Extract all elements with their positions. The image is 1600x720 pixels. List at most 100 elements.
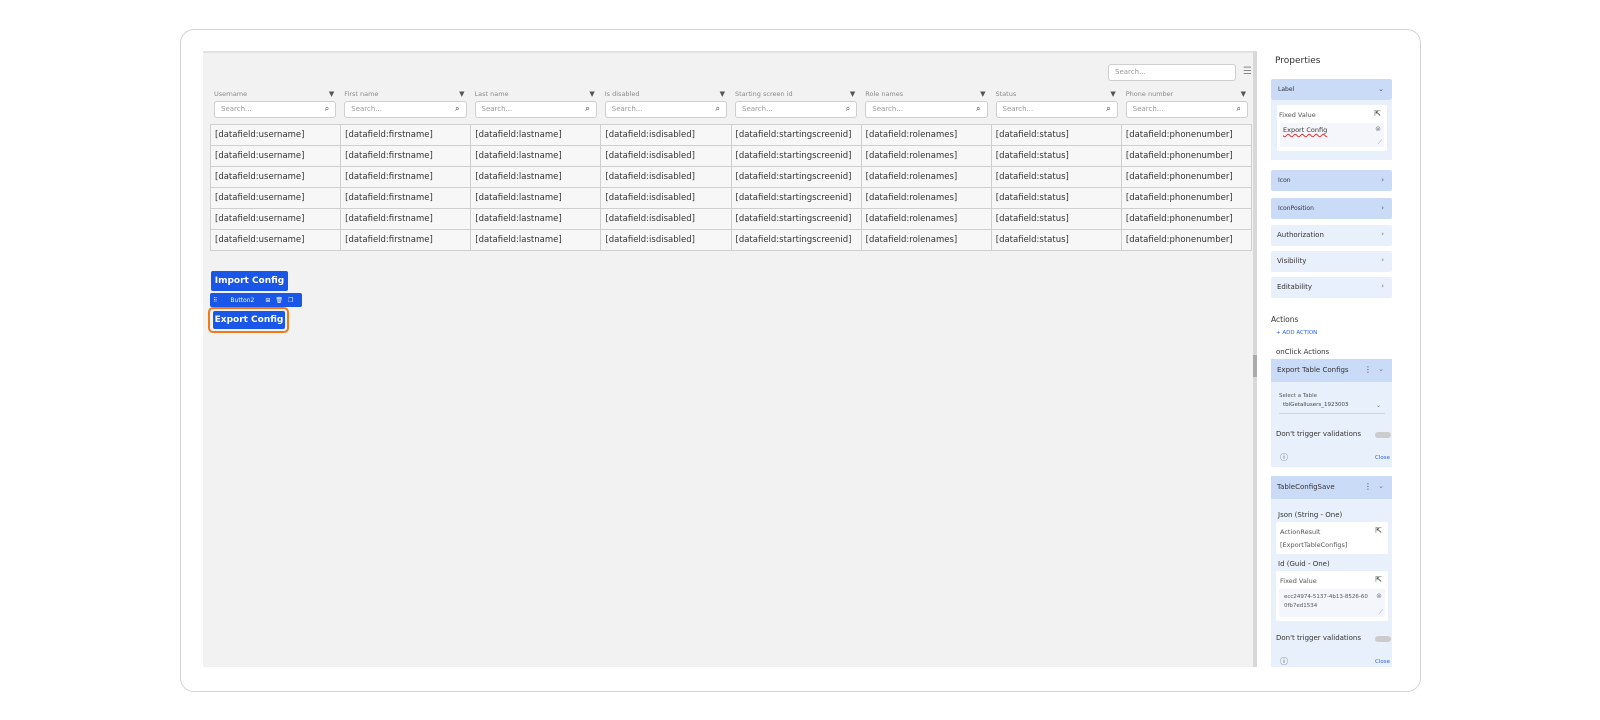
info-icon[interactable]: ⓘ (1280, 656, 1288, 667)
add-icon[interactable]: ⊞ (265, 297, 270, 304)
table-cell: [datafield:username] (211, 125, 342, 146)
filter-icon[interactable]: ▼ (1241, 90, 1246, 98)
resize-icon[interactable]: ⟋ (1378, 139, 1382, 147)
fixed-value-label: Fixed Value (1279, 111, 1316, 119)
fixed-value-label: Fixed Value (1280, 577, 1317, 585)
filter-icon[interactable]: ▼ (850, 90, 855, 98)
column-search-input[interactable]: Search... ⌕ (865, 101, 988, 118)
fixed-value-card: Fixed Value ⇱ Export Config ⊗ ⟋ (1277, 105, 1387, 151)
search-placeholder: Search... (872, 105, 903, 113)
clear-icon[interactable]: ⊗ (1375, 125, 1381, 133)
column-header: Is disabled ▼ (601, 90, 731, 100)
actions-heading: Actions (1271, 315, 1299, 324)
filter-icon[interactable]: ▼ (1110, 90, 1115, 98)
select-table-dropdown[interactable]: tblGetallusers_1923003 ⌄ (1279, 402, 1385, 414)
dont-trigger-validations-toggle[interactable] (1375, 636, 1391, 642)
table-cell: [datafield:isdisabled] (601, 146, 732, 167)
drag-handle-icon[interactable]: ⠿ (213, 297, 217, 304)
info-icon[interactable]: ⓘ (1280, 452, 1288, 463)
action-result-card[interactable]: ActionResult ⇱ [ExportTableConfigs] (1276, 522, 1388, 554)
column-search-row: Search... ⌕ Search... ⌕ Search... ⌕ Search.… (210, 100, 1252, 120)
table-cell: [datafield:status] (991, 188, 1122, 209)
table-cell: [datafield:lastname] (471, 230, 602, 251)
column-search-input[interactable]: Search... ⌕ (995, 101, 1118, 118)
table-row[interactable]: [datafield:username] [datafield:firstnam… (211, 230, 1252, 251)
visibility-section-header[interactable]: Visibility › (1271, 251, 1392, 272)
column-header-label: Role names (865, 90, 904, 98)
search-placeholder: Search... (1002, 105, 1034, 113)
add-action-link[interactable]: + ADD ACTION (1276, 330, 1317, 336)
pin-icon[interactable]: ⇱ (1374, 109, 1381, 118)
table-cell: [datafield:rolenames] (861, 146, 992, 167)
editability-section-header[interactable]: Editability › (1271, 277, 1392, 298)
table-row[interactable]: [datafield:username] [datafield:firstnam… (211, 188, 1252, 209)
column-header-label: Username (214, 90, 248, 98)
section-label: IconPosition (1278, 205, 1314, 212)
copy-icon[interactable]: ❐ (288, 297, 293, 304)
label-section-header[interactable]: Label ⌄ (1271, 79, 1392, 100)
label-value-input[interactable]: Export Config ⊗ ⟋ (1280, 123, 1384, 147)
table-cell: [datafield:username] (211, 188, 342, 209)
table-cell: [datafield:startingscreenid] (731, 125, 862, 146)
column-search-input[interactable]: Search... ⌕ (604, 101, 727, 118)
table-cell: [datafield:startingscreenid] (731, 230, 862, 251)
resize-grip-icon[interactable] (1253, 355, 1257, 377)
guid-value-text: ecc24974-5137-4b13-8526-600fb7ed1534 (1284, 594, 1368, 609)
table-row[interactable]: [datafield:username] [datafield:firstnam… (211, 209, 1252, 230)
section-label: Authorization (1277, 231, 1324, 239)
users-table: Username ▼ First name ▼ Last name ▼ Is disa… (210, 90, 1252, 251)
pin-icon[interactable]: ⇱ (1375, 575, 1382, 584)
column-header: First name ▼ (340, 90, 470, 100)
pin-icon[interactable]: ⇱ (1375, 526, 1382, 535)
filter-icon[interactable]: ▼ (980, 90, 985, 98)
column-search-input[interactable]: Search... ⌕ (474, 101, 597, 118)
dont-trigger-validations-toggle[interactable] (1375, 432, 1391, 438)
close-action-link[interactable]: Close (1375, 659, 1390, 665)
filter-icon[interactable]: ▼ (459, 90, 464, 98)
search-placeholder: Search... (1132, 105, 1164, 113)
export-config-button[interactable]: Export Config (213, 311, 285, 329)
table-row[interactable]: [datafield:username] [datafield:firstnam… (211, 146, 1252, 167)
table-cell: [datafield:isdisabled] (601, 209, 732, 230)
authorization-section-header[interactable]: Authorization › (1271, 225, 1392, 246)
action-table-config-save-header[interactable]: TableConfigSave ⋮ ⌄ (1271, 476, 1392, 499)
action-result-label: ActionResult (1280, 528, 1321, 536)
more-options-icon[interactable]: ⋮ (1364, 365, 1372, 374)
column-list-icon[interactable]: ☰ (1243, 66, 1252, 77)
import-config-button[interactable]: Import Config (211, 271, 288, 291)
column-header-label: Last name (474, 90, 509, 98)
dont-trigger-validations-label: Don't trigger validations (1276, 634, 1361, 642)
close-action-link[interactable]: Close (1375, 455, 1390, 461)
column-header-label: Starting screen id (735, 90, 793, 98)
table-cell: [datafield:status] (991, 209, 1122, 230)
resize-icon[interactable]: ⟋ (1379, 609, 1383, 617)
chevron-down-icon: ⌄ (1375, 402, 1381, 409)
delete-icon[interactable]: 🗑 (275, 297, 283, 304)
column-search-input[interactable]: Search... ⌕ (344, 101, 467, 118)
chevron-right-icon: › (1381, 230, 1384, 238)
filter-icon[interactable]: ▼ (720, 90, 725, 98)
icon-position-section-header[interactable]: IconPosition › (1271, 198, 1392, 219)
chevron-down-icon[interactable]: ⌄ (1378, 365, 1384, 373)
filter-icon[interactable]: ▼ (329, 90, 334, 98)
icon-section-header[interactable]: Icon › (1271, 170, 1392, 191)
filter-icon[interactable]: ▼ (589, 90, 594, 98)
search-placeholder: Search... (611, 105, 643, 113)
chevron-right-icon: › (1381, 176, 1384, 184)
table-cell: [datafield:username] (211, 146, 342, 167)
column-search-input[interactable]: Search... ⌕ (214, 101, 337, 118)
table-cell: [datafield:startingscreenid] (731, 188, 862, 209)
guid-value-input[interactable]: ecc24974-5137-4b13-8526-600fb7ed1534 ⊗ ⟋ (1279, 589, 1385, 617)
action-export-table-configs-header[interactable]: Export Table Configs ⋮ ⌄ (1271, 359, 1392, 382)
column-search-input[interactable]: Search... ⌕ (735, 101, 858, 118)
id-param-label: Id (Guid - One) (1278, 560, 1330, 568)
search-placeholder: Search... (742, 105, 773, 113)
more-options-icon[interactable]: ⋮ (1364, 482, 1372, 491)
table-global-search-input[interactable]: Search... (1108, 64, 1236, 81)
column-search-input[interactable]: Search... ⌕ (1125, 101, 1248, 118)
clear-icon[interactable]: ⊗ (1376, 592, 1382, 600)
table-cell: [datafield:lastname] (471, 167, 602, 188)
chevron-down-icon[interactable]: ⌄ (1378, 482, 1384, 490)
table-row[interactable]: [datafield:username] [datafield:firstnam… (211, 125, 1252, 146)
table-row[interactable]: [datafield:username] [datafield:firstnam… (211, 167, 1252, 188)
